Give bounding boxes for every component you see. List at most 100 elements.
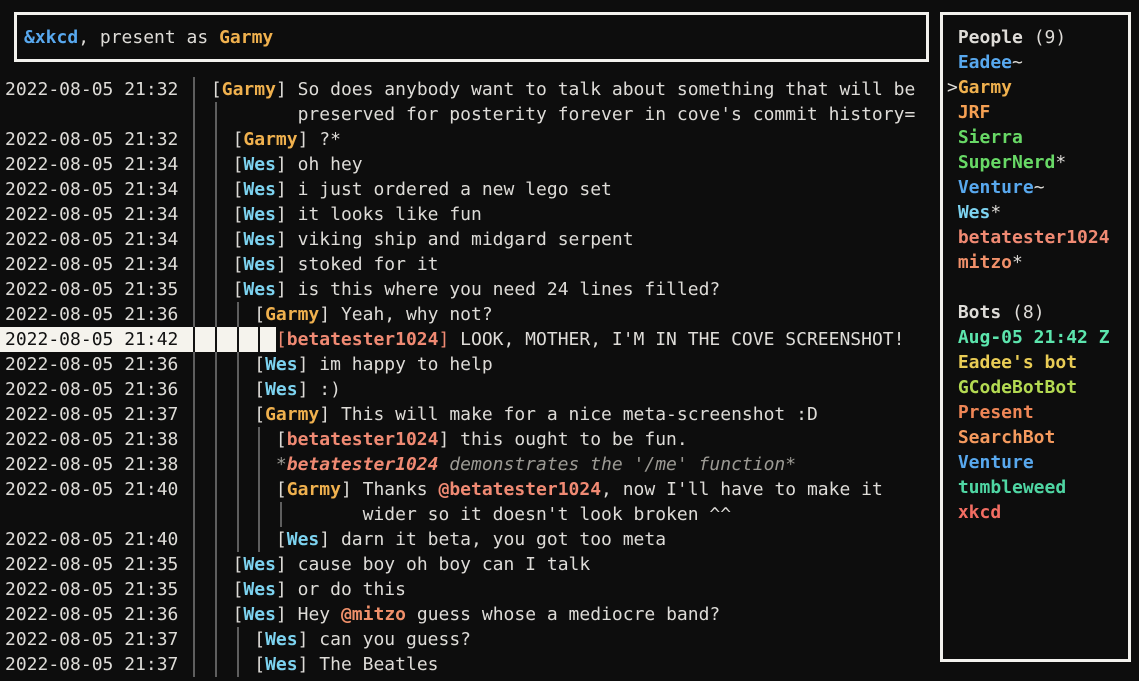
speaker-name: betatester1024 [287, 429, 439, 450]
person-nick: Venture [958, 177, 1034, 198]
gutter-separator-line [178, 377, 211, 402]
speaker-name: betatester1024 [287, 454, 439, 475]
message-text: ] [298, 629, 320, 650]
thread-guide-line [211, 602, 233, 627]
bot-present: Present [947, 400, 1128, 425]
list-marker [947, 425, 958, 450]
gutter-separator-line [178, 227, 211, 252]
message-text: [ [233, 254, 244, 275]
thread-guide-line [211, 352, 233, 377]
message-text: is this where you need 24 lines filled? [298, 279, 721, 300]
speaker-name: Garmy [287, 479, 341, 500]
message-text: demonstrates the '/me' function* [438, 454, 796, 475]
message-text: im happy to help [319, 354, 492, 375]
bot-nick: Aug-05 21:42 Z [958, 327, 1110, 348]
chat-row: 2022-08-05 21:40 [Garmy] Thanks @betates… [0, 477, 935, 502]
chat-row-continuation: wider so it doesn't look broken ^^ [0, 502, 935, 527]
speaker-name: Wes [265, 629, 298, 650]
gutter-separator-line [178, 652, 211, 677]
thread-guide-line [211, 252, 233, 277]
gutter-separator-line [178, 402, 211, 427]
thread-guide-line [211, 202, 233, 227]
list-marker [947, 50, 958, 75]
thread-guide-line [233, 352, 255, 377]
thread-guide-line [211, 477, 233, 502]
thread-guide-line [233, 452, 255, 477]
message-text: [ [233, 579, 244, 600]
thread-guide-line [254, 477, 276, 502]
thread-guide-line [211, 377, 233, 402]
list-marker [947, 475, 958, 500]
bot-searchbot: SearchBot [947, 425, 1128, 450]
gutter-separator-line [178, 352, 211, 377]
gutter-separator-line [178, 177, 211, 202]
speaker-name: Wes [265, 354, 298, 375]
message-text: [ [254, 379, 265, 400]
current-user-marker: > [947, 75, 958, 100]
chat-row: 2022-08-05 21:34 [Wes] viking ship and m… [0, 227, 935, 252]
thread-guide-line [233, 627, 255, 652]
thread-guide-line [211, 327, 233, 352]
bot-tumbleweed: tumbleweed [947, 475, 1128, 500]
bot-nick: Venture [958, 452, 1034, 473]
speaker-name: Garmy [265, 304, 319, 325]
timestamp: 2022-08-05 21:36 [0, 377, 178, 402]
timestamp: 2022-08-05 21:38 [0, 427, 178, 452]
chat-row: 2022-08-05 21:36 [Wes] im happy to help [0, 352, 935, 377]
person-nick: betatester1024 [958, 227, 1110, 248]
chat-row-highlighted: 2022-08-05 21:42 [betatester1024] LOOK, … [0, 327, 935, 352]
speaker-name: Garmy [222, 79, 276, 100]
thread-guide-line [211, 427, 233, 452]
chat-row-continuation: preserved for posterity forever in cove'… [0, 102, 935, 127]
thread-guide-line [211, 177, 233, 202]
message-text: ] [341, 479, 363, 500]
message-text: [ [233, 179, 244, 200]
speaker-name: betatester1024 [287, 329, 439, 350]
bots-header-count: (8) [1001, 302, 1044, 323]
speaker-name: Wes [243, 279, 276, 300]
gutter-separator-line [178, 577, 211, 602]
speaker-name: Wes [243, 579, 276, 600]
message-text: [ [254, 354, 265, 375]
current-nick: Garmy [219, 25, 273, 50]
list-marker [947, 150, 958, 175]
person-nick: Sierra [958, 127, 1023, 148]
message-text: ] [438, 429, 460, 450]
speaker-name: Wes [243, 554, 276, 575]
bots-header-title: Bots [958, 302, 1001, 323]
timestamp: 2022-08-05 21:35 [0, 552, 178, 577]
thread-guide-line [233, 527, 255, 552]
thread-guide-line [211, 552, 233, 577]
message-text: [ [211, 79, 222, 100]
speaker-name: Wes [243, 604, 276, 625]
bot-nick: tumbleweed [958, 477, 1066, 498]
wrap-guide-line [211, 102, 298, 127]
message-text: cause boy oh boy can I talk [298, 554, 591, 575]
speaker-name: Wes [243, 154, 276, 175]
chat-row: 2022-08-05 21:36 [Wes] Hey @mitzo guess … [0, 602, 935, 627]
nick-flag: * [1012, 252, 1023, 273]
thread-guide-line [254, 427, 276, 452]
list-marker [947, 100, 958, 125]
message-text: preserved for posterity forever in cove'… [298, 104, 916, 125]
chat-row: 2022-08-05 21:32 [Garmy] So does anybody… [0, 77, 935, 102]
thread-guide-line [211, 302, 233, 327]
thread-guide-line [233, 302, 255, 327]
message-text: oh hey [298, 154, 363, 175]
message-text: guess whose a mediocre band? [406, 604, 720, 625]
speaker-name: Wes [243, 229, 276, 250]
message-text: ] [298, 654, 320, 675]
timestamp: 2022-08-05 21:34 [0, 202, 178, 227]
message-text: ] [319, 529, 341, 550]
thread-guide-line [211, 152, 233, 177]
message-text: [ [276, 429, 287, 450]
terminal-screen[interactable]: &xkcd, present as Garmy 2022-08-05 21:32… [0, 0, 1139, 681]
gutter-separator-line [178, 477, 211, 502]
speaker-name: Wes [287, 529, 320, 550]
message-text: This will make for a nice meta-screensho… [341, 404, 818, 425]
thread-guide-line [233, 402, 255, 427]
speaker-name: Wes [243, 254, 276, 275]
message-text: Thanks [363, 479, 439, 500]
mention: @betatester1024 [438, 479, 601, 500]
gutter-separator-line [178, 452, 211, 477]
